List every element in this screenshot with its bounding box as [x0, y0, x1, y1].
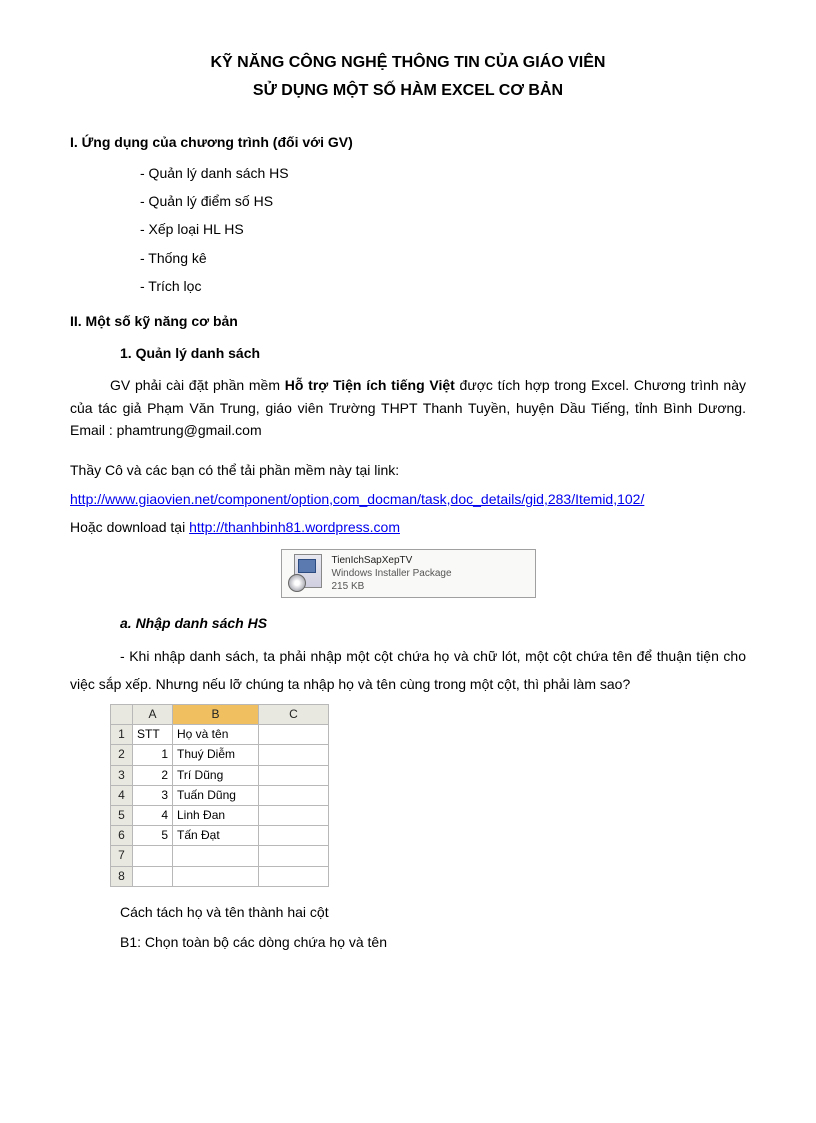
- excel-snippet: A B C 1 STT Họ và tên 2 1 Thuý Diễm 3 2 …: [110, 704, 746, 887]
- steps: Cách tách họ và tên thành hai cột B1: Ch…: [120, 901, 746, 954]
- excel-row-header: 1: [111, 725, 133, 745]
- cell: Thuý Diễm: [173, 745, 259, 765]
- excel-row-header: 7: [111, 846, 133, 866]
- bold-text: Hỗ trợ Tiện ích tiếng Việt: [285, 377, 455, 393]
- cell: [133, 866, 173, 886]
- excel-col-header: A: [133, 705, 173, 725]
- step-1: B1: Chọn toàn bộ các dòng chứa họ và tên: [120, 931, 746, 953]
- installer-icon: [288, 554, 326, 592]
- table-row: 1 STT Họ và tên: [111, 725, 329, 745]
- section-2-sub1: 1. Quản lý danh sách: [120, 342, 746, 364]
- cell: Trí Dũng: [173, 765, 259, 785]
- cell: [133, 846, 173, 866]
- list-item: - Thống kê: [140, 247, 746, 269]
- excel-row-header: 5: [111, 805, 133, 825]
- link-line: http://www.giaovien.net/component/option…: [70, 488, 746, 510]
- cell: [259, 745, 329, 765]
- section-2-heading: II. Một số kỹ năng cơ bản: [70, 310, 746, 332]
- section-2a-heading: a. Nhập danh sách HS: [120, 612, 746, 634]
- cell: 5: [133, 826, 173, 846]
- excel-row-header: 8: [111, 866, 133, 886]
- doc-subtitle: SỬ DỤNG MỘT SỐ HÀM EXCEL CƠ BẢN: [70, 78, 746, 104]
- file-type: Windows Installer Package: [332, 567, 452, 580]
- paragraph: GV phải cài đặt phần mềm Hỗ trợ Tiện ích…: [70, 374, 746, 441]
- table-row: 2 1 Thuý Diễm: [111, 745, 329, 765]
- step-intro: Cách tách họ và tên thành hai cột: [120, 901, 746, 923]
- cell: [259, 805, 329, 825]
- text: GV phải cài đặt phần mềm: [110, 377, 285, 393]
- excel-table: A B C 1 STT Họ và tên 2 1 Thuý Diễm 3 2 …: [110, 704, 329, 887]
- excel-col-header: C: [259, 705, 329, 725]
- cell: Tuấn Dũng: [173, 785, 259, 805]
- cell: [259, 765, 329, 785]
- cell: [259, 725, 329, 745]
- download-link-2[interactable]: http://thanhbinh81.wordpress.com: [189, 519, 400, 535]
- excel-corner: [111, 705, 133, 725]
- download-link-1[interactable]: http://www.giaovien.net/component/option…: [70, 491, 644, 507]
- list-item: - Xếp loại HL HS: [140, 218, 746, 240]
- file-inner[interactable]: TienIchSapXepTV Windows Installer Packag…: [281, 549, 536, 598]
- cell: [259, 826, 329, 846]
- cell: 2: [133, 765, 173, 785]
- cell: 4: [133, 805, 173, 825]
- list-item: - Quản lý danh sách HS: [140, 162, 746, 184]
- excel-col-header-selected: B: [173, 705, 259, 725]
- cell: [259, 846, 329, 866]
- list-item: - Trích lọc: [140, 275, 746, 297]
- table-row: 4 3 Tuấn Dũng: [111, 785, 329, 805]
- doc-title: KỸ NĂNG CÔNG NGHỆ THÔNG TIN CỦA GIÁO VIÊ…: [70, 50, 746, 76]
- section-1-list: - Quản lý danh sách HS - Quản lý điểm số…: [140, 162, 746, 298]
- cell: [173, 846, 259, 866]
- excel-row-header: 3: [111, 765, 133, 785]
- file-text: TienIchSapXepTV Windows Installer Packag…: [332, 554, 452, 593]
- text: - Khi nhập danh sách, ta phải nhập một c…: [70, 648, 746, 692]
- excel-row-header: 2: [111, 745, 133, 765]
- file-name: TienIchSapXepTV: [332, 554, 452, 567]
- cell: [173, 866, 259, 886]
- table-row: 7: [111, 846, 329, 866]
- cell: Linh Đan: [173, 805, 259, 825]
- paragraph: Thầy Cô và các bạn có thể tải phần mềm n…: [70, 459, 746, 481]
- table-row: 5 4 Linh Đan: [111, 805, 329, 825]
- list-item: - Quản lý điểm số HS: [140, 190, 746, 212]
- table-row: 3 2 Trí Dũng: [111, 765, 329, 785]
- excel-row-header: 6: [111, 826, 133, 846]
- file-size: 215 KB: [332, 580, 452, 593]
- table-row: 8: [111, 866, 329, 886]
- cell: Tấn Đạt: [173, 826, 259, 846]
- cell: [259, 866, 329, 886]
- file-attachment: TienIchSapXepTV Windows Installer Packag…: [281, 549, 536, 598]
- cell: 1: [133, 745, 173, 765]
- excel-row-header: 4: [111, 785, 133, 805]
- text: Hoặc download tại: [70, 519, 189, 535]
- cell: STT: [133, 725, 173, 745]
- cell: Họ và tên: [173, 725, 259, 745]
- table-row: 6 5 Tấn Đạt: [111, 826, 329, 846]
- paragraph: - Khi nhập danh sách, ta phải nhập một c…: [70, 642, 746, 698]
- cell: [259, 785, 329, 805]
- section-1-heading: I. Ứng dụng của chương trình (đối với GV…: [70, 131, 746, 153]
- paragraph: Hoặc download tại http://thanhbinh81.wor…: [70, 516, 746, 538]
- cell: 3: [133, 785, 173, 805]
